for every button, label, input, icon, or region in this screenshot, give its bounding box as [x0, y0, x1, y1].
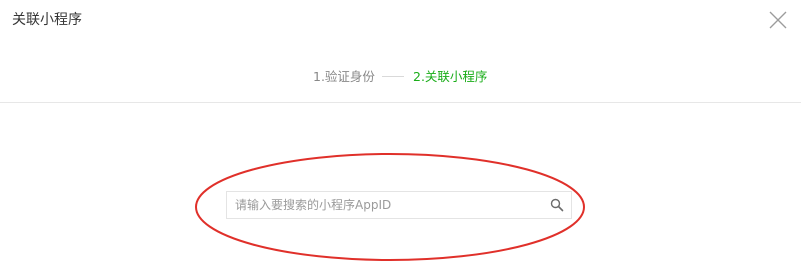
step-link-miniprogram: 2.关联小程序: [413, 69, 488, 84]
step-divider: [382, 76, 404, 77]
close-icon: [769, 11, 787, 29]
close-button[interactable]: [766, 8, 790, 32]
step-indicator: 1.验证身份 2.关联小程序: [0, 66, 801, 86]
step-verify-identity: 1.验证身份: [313, 69, 375, 84]
dialog-title: 关联小程序: [12, 12, 82, 28]
highlight-ellipse: [195, 153, 585, 261]
header-divider: [0, 102, 801, 103]
